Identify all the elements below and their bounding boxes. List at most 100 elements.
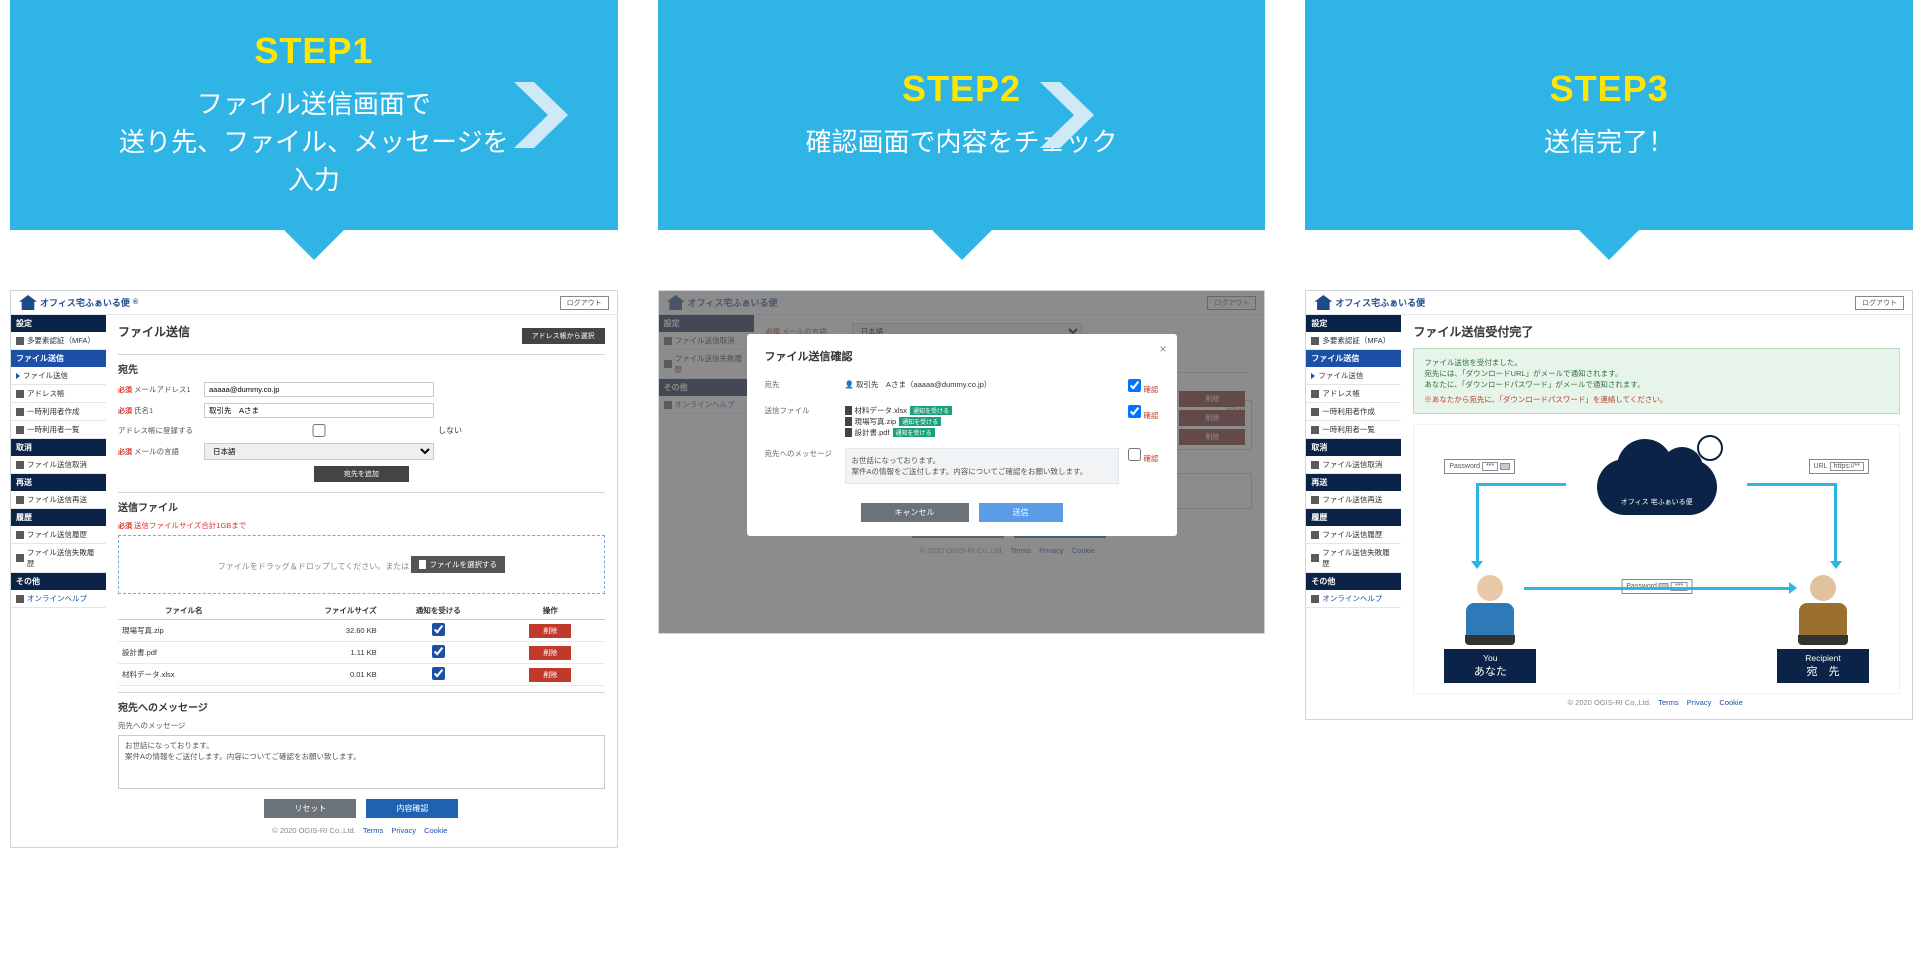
sidebar-item-label: 一時利用者一覧 <box>1322 424 1375 435</box>
file-icon <box>845 406 852 415</box>
file-name: 現場写真.zip <box>118 620 250 642</box>
key-icon <box>1697 435 1723 461</box>
step-card-3: STEP3 送信完了！ <box>1305 0 1913 230</box>
email-field[interactable] <box>204 382 434 397</box>
notify-tag: 通知を受ける <box>910 406 952 415</box>
sidebar-item[interactable]: ファイル送信失敗履歴 <box>11 544 106 573</box>
file-size: 0.01 KB <box>250 664 381 686</box>
sidebar: 設定多要素認証（MFA）ファイル送信ファイル送信アドレス帳一時利用者作成一時利用… <box>11 315 106 847</box>
send-button[interactable]: 送信 <box>979 503 1063 522</box>
modal-title: ファイル送信確認 <box>765 348 1159 364</box>
sidebar-item[interactable]: ファイル送信 <box>1306 367 1401 385</box>
add-dest-button[interactable]: 宛先を追加 <box>314 466 409 482</box>
delete-button[interactable]: 削除 <box>529 624 571 638</box>
footer-privacy[interactable]: Privacy <box>391 826 416 835</box>
file-size: 1.11 KB <box>250 642 381 664</box>
sidebar-header: 取消 <box>11 439 106 456</box>
sidebar-item[interactable]: ファイル送信履歴 <box>11 526 106 544</box>
modal-file: 設計書.pdf 通知を受ける <box>845 427 1119 438</box>
files-section: 送信ファイル <box>118 492 605 514</box>
language-select[interactable]: 日本語 <box>204 443 434 460</box>
footer-terms[interactable]: Terms <box>1658 698 1678 707</box>
mfa-icon <box>1311 337 1319 345</box>
sidebar-item[interactable]: アドレス帳 <box>11 385 106 403</box>
select-file-button[interactable]: ファイルを選択する <box>411 556 505 573</box>
page-title: ファイル送信受付完了 <box>1413 323 1900 340</box>
footer-privacy[interactable]: Privacy <box>1687 698 1712 707</box>
reset-button[interactable]: リセット <box>264 799 356 818</box>
hist-icon <box>1311 554 1319 562</box>
mfa-icon <box>16 337 24 345</box>
x-icon <box>16 461 24 469</box>
sidebar-item-label: 多要素認証（MFA） <box>27 335 95 346</box>
help-icon <box>1311 595 1319 603</box>
footer: © 2020 OGIS-RI Co.,Ltd. Terms Privacy Co… <box>1413 694 1900 711</box>
sidebar-header: ファイル送信 <box>1306 350 1401 367</box>
name-field[interactable] <box>204 403 434 418</box>
message-textarea[interactable]: お世話になっております。 案件Aの情報をご送付します。内容についてご確認をお願い… <box>118 735 605 789</box>
footer-cookie[interactable]: Cookie <box>424 826 447 835</box>
cancel-button[interactable]: キャンセル <box>861 503 969 522</box>
shot1-window: オフィス宅ふぁいる便 ® ログアウト 設定多要素認証（MFA）ファイル送信ファイ… <box>10 290 618 848</box>
arrow-icon <box>1311 373 1315 379</box>
page-title: ファイル送信 <box>118 323 190 340</box>
msg-confirm-check[interactable]: 確認 <box>1119 448 1159 464</box>
steps-banner: STEP1 ファイル送信画面で 送り先、ファイル、メッセージを 入力 STEP2… <box>0 0 1923 230</box>
close-icon[interactable]: × <box>1159 342 1166 356</box>
sidebar-item[interactable]: 多要素認証（MFA） <box>11 332 106 350</box>
sidebar-item[interactable]: ファイル送信再送 <box>1306 491 1401 509</box>
sidebar-item[interactable]: ファイル送信 <box>11 367 106 385</box>
notify-checkbox[interactable] <box>432 667 445 680</box>
logout-button[interactable]: ログアウト <box>1855 296 1904 310</box>
sidebar-item[interactable]: 一時利用者一覧 <box>1306 421 1401 439</box>
sidebar-item[interactable]: ファイル送信履歴 <box>1306 526 1401 544</box>
sidebar-item[interactable]: ファイル送信再送 <box>11 491 106 509</box>
file-size: 32.60 KB <box>250 620 381 642</box>
sidebar-item-label: オンラインヘルプ <box>1322 593 1382 604</box>
app-logo: オフィス宅ふぁいる便 <box>1314 295 1425 310</box>
footer-cookie[interactable]: Cookie <box>1719 698 1742 707</box>
sidebar-item[interactable]: ファイル送信失敗履歴 <box>1306 544 1401 573</box>
diagram: オフィス 宅ふぁいる便 Password *** URL <box>1413 424 1900 694</box>
dest-section: 宛先 <box>118 354 605 376</box>
sidebar-item[interactable]: ファイル送信取消 <box>1306 456 1401 474</box>
address-book-button[interactable]: アドレス帳から選択 <box>522 328 605 344</box>
sidebar-header: その他 <box>11 573 106 590</box>
confirm-button[interactable]: 内容確認 <box>366 799 458 818</box>
notify-checkbox[interactable] <box>432 645 445 658</box>
user-icon <box>1311 408 1319 416</box>
delete-button[interactable]: 削除 <box>529 668 571 682</box>
sidebar-item[interactable]: 多要素認証（MFA） <box>1306 332 1401 350</box>
sidebar-item-label: ファイル送信 <box>23 370 68 381</box>
confirm-modal: × ファイル送信確認 宛先 👤 取引先 Aさま（aaaaa@dummy.co.j… <box>747 334 1177 536</box>
sidebar-header: 履歴 <box>1306 509 1401 526</box>
register-checkbox[interactable] <box>204 424 434 437</box>
step3-number: STEP3 <box>1550 68 1669 110</box>
sidebar-item[interactable]: 一時利用者作成 <box>11 403 106 421</box>
notify-checkbox[interactable] <box>432 623 445 636</box>
footer-terms[interactable]: Terms <box>363 826 383 835</box>
user-icon <box>1311 426 1319 434</box>
sidebar-item-label: ファイル送信失敗履歴 <box>1322 547 1396 569</box>
hist-icon <box>16 554 24 562</box>
msg-section: 宛先へのメッセージ <box>118 692 605 714</box>
sidebar-item[interactable]: 一時利用者一覧 <box>11 421 106 439</box>
shot3-window: オフィス宅ふぁいる便 ログアウト 設定多要素認証（MFA）ファイル送信ファイル送… <box>1305 290 1913 720</box>
dest-confirm-check[interactable]: 確認 <box>1119 379 1159 395</box>
sidebar-item[interactable]: ファイル送信取消 <box>11 456 106 474</box>
file-confirm-check[interactable]: 確認 <box>1119 405 1159 438</box>
drop-zone[interactable]: ファイルをドラッグ＆ドロップしてください。または ファイルを選択する <box>118 535 605 594</box>
sidebar-item-label: ファイル送信失敗履歴 <box>27 547 101 569</box>
sidebar-item[interactable]: オンラインヘルプ <box>1306 590 1401 608</box>
sidebar-item-label: 一時利用者一覧 <box>27 424 80 435</box>
sidebar-item[interactable]: オンラインヘルプ <box>11 590 106 608</box>
sidebar-item-label: 一時利用者作成 <box>27 406 80 417</box>
user-icon <box>16 408 24 416</box>
sidebar-item[interactable]: アドレス帳 <box>1306 385 1401 403</box>
you-figure: Youあなた <box>1444 575 1536 683</box>
sidebar-item[interactable]: 一時利用者作成 <box>1306 403 1401 421</box>
logout-button[interactable]: ログアウト <box>560 296 609 310</box>
app-logo: オフィス宅ふぁいる便 ® <box>19 295 138 310</box>
delete-button[interactable]: 削除 <box>529 646 571 660</box>
success-box: ファイル送信を受付ました。 宛先には、「ダウンロードURL」がメールで通知されま… <box>1413 348 1900 414</box>
